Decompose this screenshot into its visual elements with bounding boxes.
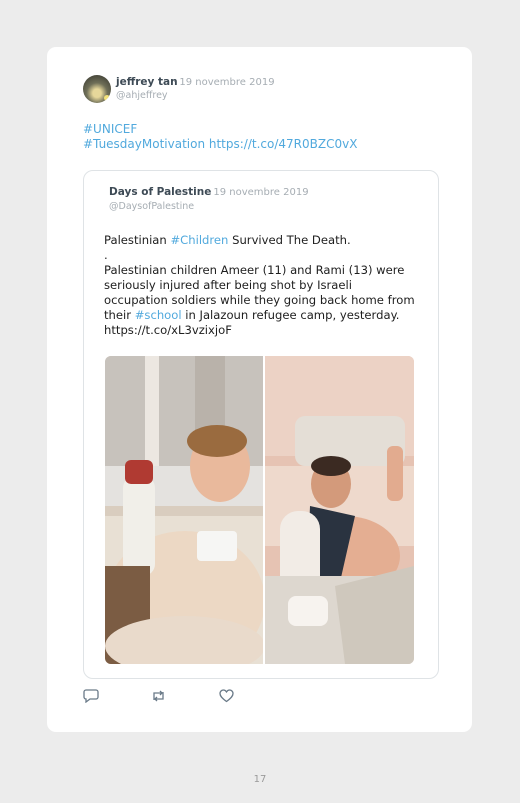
avatar[interactable]: [83, 75, 111, 103]
retweet-icon[interactable]: [150, 688, 167, 707]
tweet-meta: · 19 novembre 2019: [173, 77, 275, 88]
quoted-tweet-meta: · 19 novembre 2019: [207, 187, 309, 198]
photo-right[interactable]: [265, 356, 414, 664]
hashtag-children[interactable]: #Children: [170, 233, 228, 247]
tweet-date: 19 novembre 2019: [179, 77, 275, 88]
quoted-body-line: seriously injured after being shot by Is…: [104, 278, 352, 292]
hashtag-unicef[interactable]: #UNICEF: [83, 122, 137, 136]
author-name[interactable]: jeffrey tan: [116, 76, 178, 88]
quoted-author-handle[interactable]: @DaysofPalestine: [109, 201, 194, 212]
quoted-author-name[interactable]: Days of Palestine: [109, 186, 211, 198]
hashtag-link-line[interactable]: #TuesdayMotivation https://t.co/47R0BZC0…: [83, 137, 357, 151]
photo-collage[interactable]: [105, 356, 414, 664]
page-number: 17: [253, 774, 267, 785]
quoted-tweet-date: 19 novembre 2019: [213, 187, 309, 198]
photo-left[interactable]: [105, 356, 265, 664]
quoted-body-line: occupation soldiers while they going bac…: [104, 293, 415, 307]
quoted-line-1: Palestinian #Children Survived The Death…: [104, 233, 351, 247]
quoted-school-line: their #school in Jalazoun refugee camp, …: [104, 308, 400, 322]
heart-icon[interactable]: [219, 688, 234, 707]
reply-icon[interactable]: [83, 688, 99, 707]
hashtag-school[interactable]: #school: [135, 308, 182, 322]
quoted-body-line: Palestinian children Ameer (11) and Rami…: [104, 263, 405, 277]
quoted-dot-line: .: [104, 248, 108, 262]
author-handle[interactable]: @ahjeffrey: [116, 90, 168, 101]
quoted-link[interactable]: https://t.co/xL3vzixjoF: [104, 323, 232, 337]
